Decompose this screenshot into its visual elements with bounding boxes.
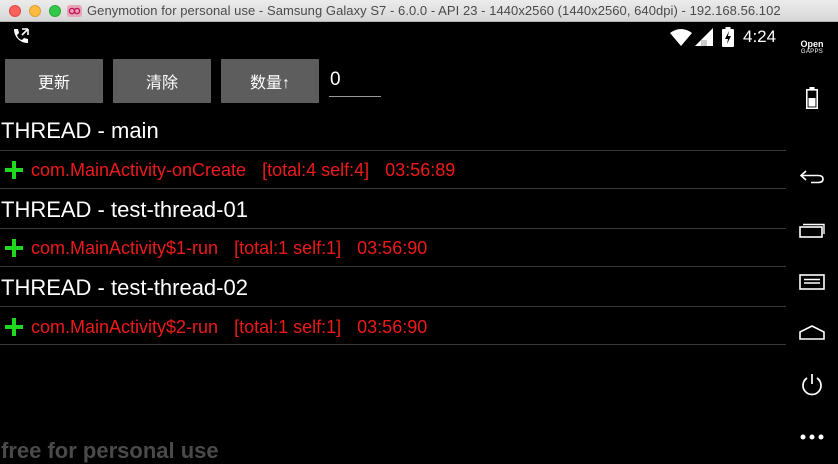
battery-charging-icon [722,27,734,47]
expand-plus-icon[interactable] [5,318,23,336]
divider [0,188,786,189]
menu-icon[interactable] [786,272,838,292]
thread-header: THREAD - test-thread-01 [1,197,248,222]
thread-header: THREAD - test-thread-02 [1,275,248,300]
opengapps-sublabel: GAPPS [800,49,824,55]
divider [0,344,786,345]
close-window-button[interactable] [9,5,21,17]
sort-by-count-button[interactable]: 数量↑ [221,59,319,103]
back-icon[interactable] [786,167,838,187]
divider [0,266,786,267]
method-time: 03:56:90 [357,317,428,337]
power-icon[interactable] [786,372,838,398]
wifi-icon [670,29,692,46]
method-name: com.MainActivity$2-run [31,317,219,337]
expand-plus-icon[interactable] [5,161,23,179]
method-stats: [total:1 self:1] [234,317,342,337]
method-row[interactable]: com.MainActivity$2-run [total:1 self:1] … [0,309,786,345]
method-time: 03:56:90 [357,238,428,258]
opengapps-icon[interactable]: Open GAPPS [786,36,838,60]
thread-header: THREAD - main [1,118,159,143]
divider [0,228,786,229]
home-icon[interactable] [786,322,838,342]
method-name: com.MainActivity-onCreate [31,160,247,180]
method-row[interactable]: com.MainActivity-onCreate [total:4 self:… [0,152,786,188]
recent-apps-icon[interactable] [786,220,838,240]
battery-icon[interactable] [786,86,838,110]
method-time: 03:56:89 [385,160,456,180]
watermark: free for personal use [1,438,219,463]
window-title-bar: Genymotion for personal use - Samsung Ga… [0,0,838,22]
window-title: Genymotion for personal use - Samsung Ga… [87,3,781,18]
minimize-window-button[interactable] [29,5,41,17]
divider [0,150,786,151]
more-icon[interactable] [786,430,838,444]
call-forwarding-icon [14,28,29,43]
method-row[interactable]: com.MainActivity$1-run [total:1 self:1] … [0,230,786,266]
signal-icon [695,28,713,46]
expand-plus-icon[interactable] [5,239,23,257]
method-stats: [total:4 self:4] [262,160,370,180]
method-stats: [total:1 self:1] [234,238,342,258]
emulator-sidebar: Open GAPPS [786,22,838,464]
method-name: com.MainActivity$1-run [31,238,219,258]
genymotion-icon [67,5,82,17]
refresh-button[interactable]: 更新 [5,59,103,103]
zoom-window-button[interactable] [49,5,61,17]
status-clock: 4:24 [743,27,777,46]
clear-button[interactable]: 清除 [113,59,211,103]
divider [0,306,786,307]
count-input[interactable]: 0 [329,66,381,97]
